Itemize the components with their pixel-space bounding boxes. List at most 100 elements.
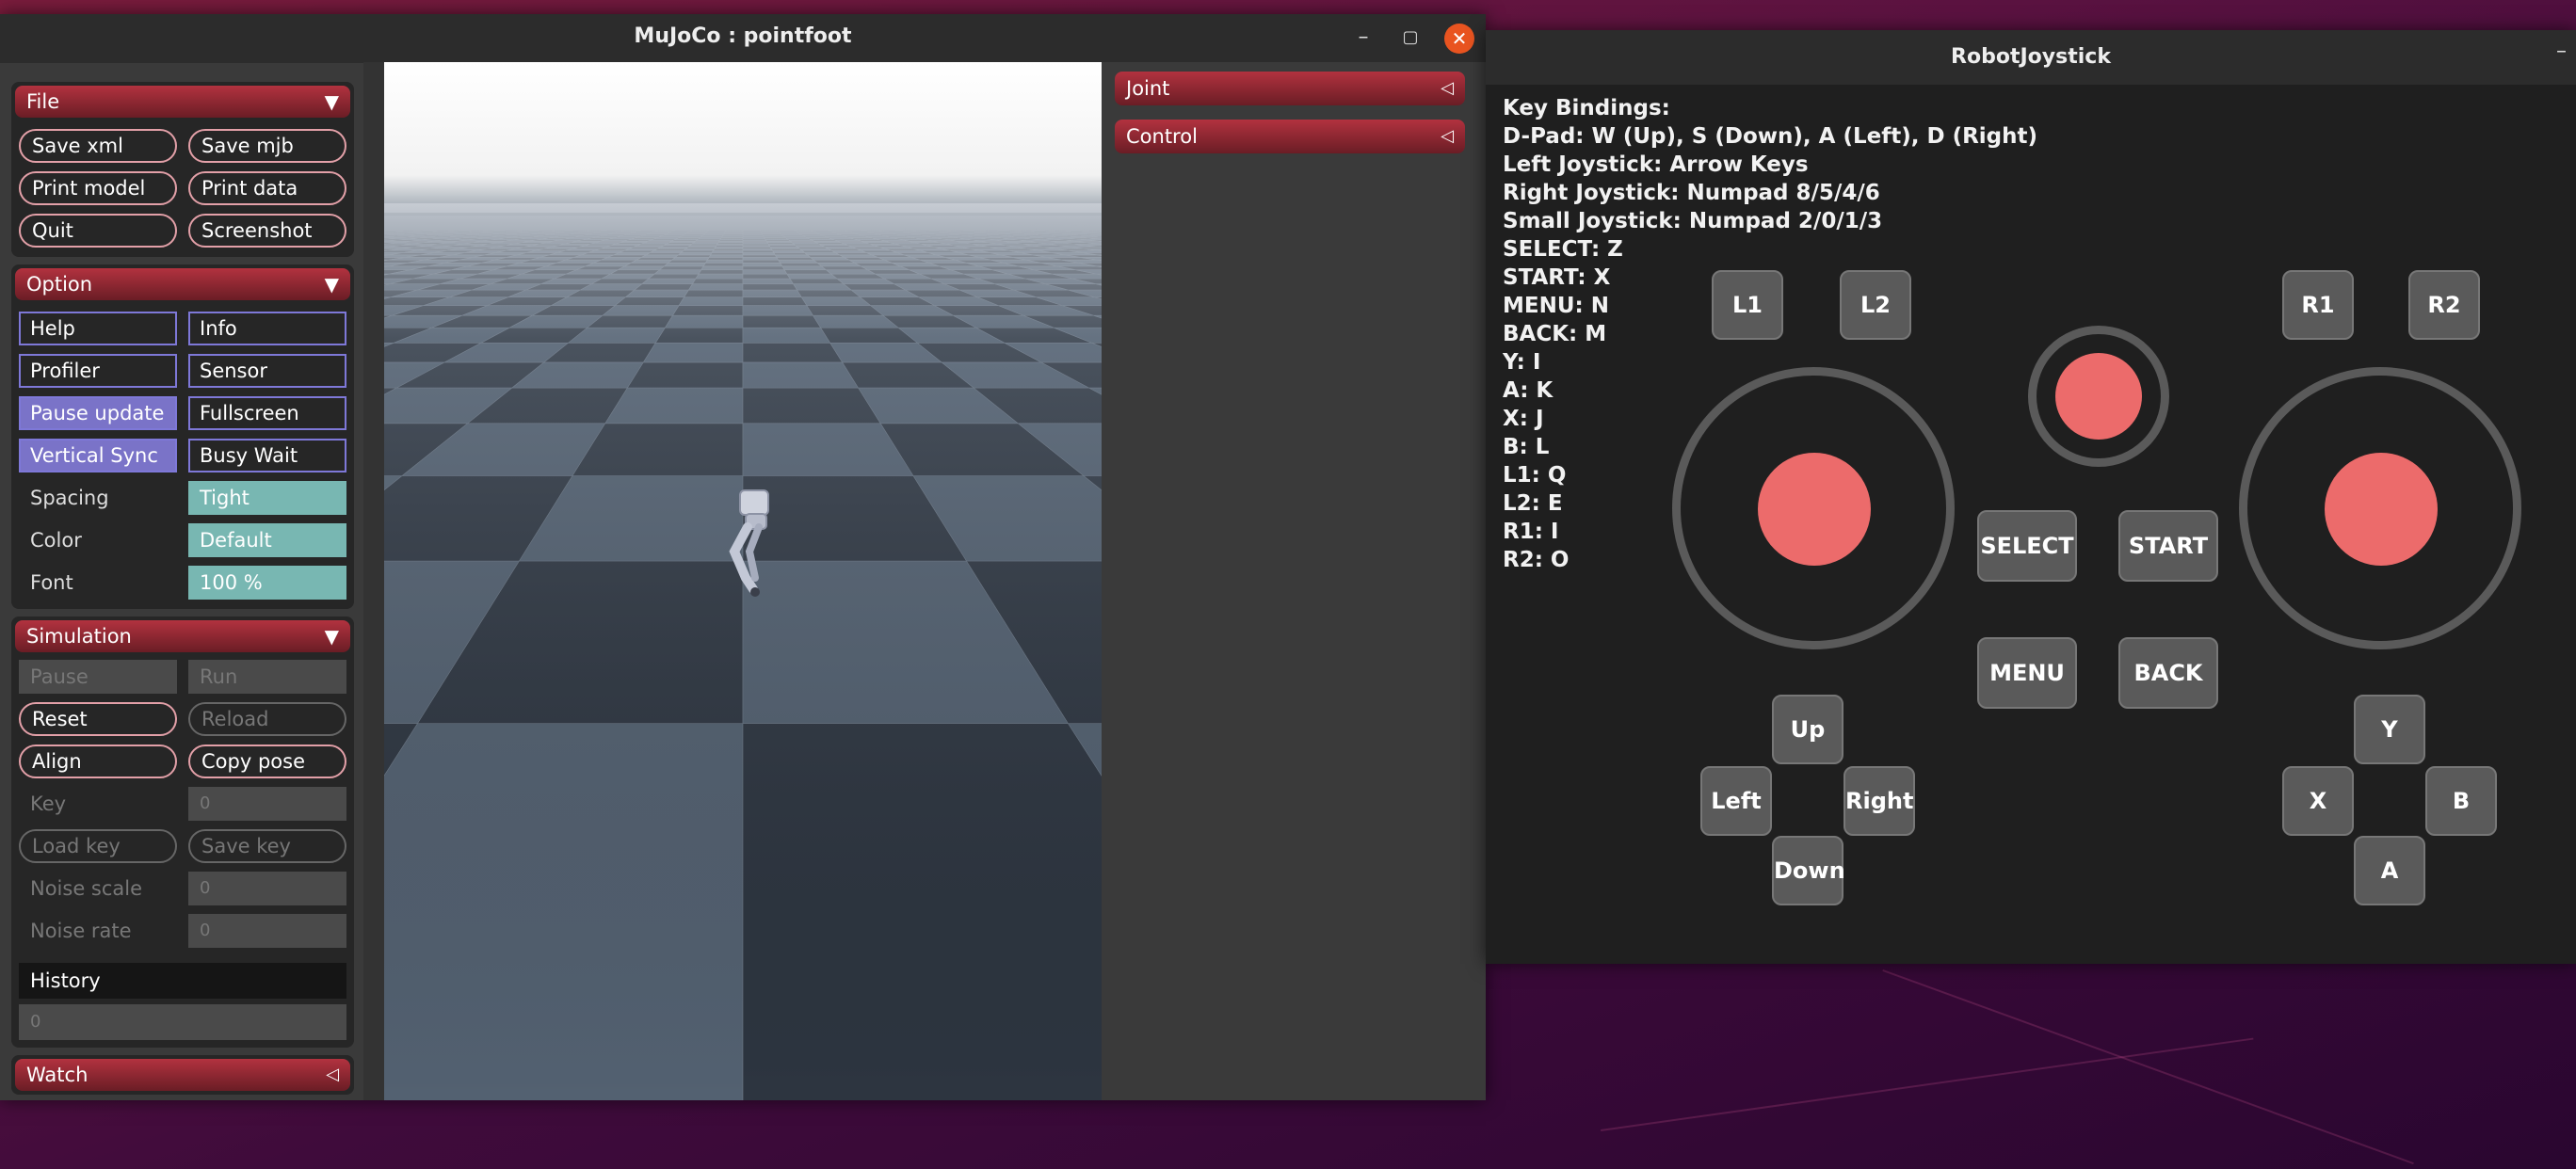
key-binding-line: Y: I bbox=[1503, 350, 1541, 375]
x-button[interactable]: X bbox=[2282, 766, 2354, 836]
noise-rate-slider[interactable]: 0 bbox=[188, 914, 346, 948]
joint-section-header[interactable]: Joint ◁ bbox=[1115, 72, 1465, 105]
simulation-section: Simulation ▼ Pause Run Reset Reload Alig… bbox=[11, 617, 354, 1048]
watch-section-header[interactable]: Watch ◁ bbox=[15, 1059, 350, 1091]
noise-rate-label: Noise rate bbox=[30, 920, 132, 942]
info-checkbox[interactable]: Info bbox=[188, 312, 346, 345]
desktop-decoration bbox=[1601, 1037, 2254, 1131]
control-section-header[interactable]: Control ◁ bbox=[1115, 120, 1465, 153]
right-joystick-knob[interactable] bbox=[2325, 453, 2438, 566]
font-label: Font bbox=[30, 571, 73, 594]
maximize-button[interactable]: ▢ bbox=[1395, 24, 1425, 54]
mujoco-titlebar: MuJoCo : pointfoot – ▢ ✕ bbox=[0, 14, 1486, 63]
expand-icon: ◁ bbox=[1441, 78, 1454, 98]
history-label: History bbox=[19, 963, 346, 999]
joystick-window: RobotJoystick – Key Bindings: D-Pad: W (U… bbox=[1486, 30, 2576, 964]
collapse-icon: ▼ bbox=[324, 273, 339, 296]
watch-header-label: Watch bbox=[26, 1064, 89, 1086]
key-binding-line: Right Joystick: Numpad 8/5/4/6 bbox=[1503, 181, 1880, 205]
a-button[interactable]: A bbox=[2354, 836, 2425, 905]
right-ui-panel: Joint ◁ Control ◁ bbox=[1102, 62, 1486, 1100]
window-title: MuJoCo : pointfoot bbox=[634, 24, 852, 48]
profiler-checkbox[interactable]: Profiler bbox=[19, 354, 177, 388]
spacing-label: Spacing bbox=[30, 487, 109, 509]
dpad-left-button[interactable]: Left bbox=[1700, 766, 1772, 836]
pause-button[interactable]: Pause bbox=[19, 660, 177, 694]
file-section-header[interactable]: File ▼ bbox=[15, 86, 350, 118]
color-label: Color bbox=[30, 529, 82, 552]
option-section-header[interactable]: Option ▼ bbox=[15, 268, 350, 300]
vertical-sync-checkbox[interactable]: Vertical Sync bbox=[19, 439, 177, 472]
key-binding-line: Left Joystick: Arrow Keys bbox=[1503, 152, 1809, 177]
screenshot-button[interactable]: Screenshot bbox=[188, 214, 346, 248]
3d-viewport[interactable] bbox=[384, 62, 1102, 1100]
expand-icon: ◁ bbox=[1441, 126, 1454, 146]
save-xml-button[interactable]: Save xml bbox=[19, 129, 177, 163]
select-button[interactable]: SELECT bbox=[1977, 510, 2077, 582]
simulation-section-header[interactable]: Simulation ▼ bbox=[15, 620, 350, 652]
pause-update-checkbox[interactable]: Pause update bbox=[19, 396, 177, 430]
key-binding-line: Key Bindings: bbox=[1503, 96, 1670, 120]
noise-scale-slider[interactable]: 0 bbox=[188, 872, 346, 905]
key-binding-line: Small Joystick: Numpad 2/0/1/3 bbox=[1503, 209, 1883, 233]
fullscreen-checkbox[interactable]: Fullscreen bbox=[188, 396, 346, 430]
l1-button[interactable]: L1 bbox=[1712, 270, 1783, 340]
reload-button[interactable]: Reload bbox=[188, 702, 346, 736]
help-checkbox[interactable]: Help bbox=[19, 312, 177, 345]
floor-render bbox=[384, 62, 1102, 1100]
option-header-label: Option bbox=[26, 273, 93, 296]
small-joystick-knob[interactable] bbox=[2055, 353, 2142, 440]
save-mjb-button[interactable]: Save mjb bbox=[188, 129, 346, 163]
left-ui-panel: File ▼ Save xml Save mjb Print model Pri… bbox=[11, 69, 354, 1095]
reset-button[interactable]: Reset bbox=[19, 702, 177, 736]
b-button[interactable]: B bbox=[2425, 766, 2497, 836]
back-button[interactable]: BACK bbox=[2118, 637, 2218, 709]
minimize-button[interactable]: – bbox=[2556, 40, 2567, 63]
print-data-button[interactable]: Print data bbox=[188, 171, 346, 205]
desktop-decoration bbox=[1882, 969, 2414, 1165]
key-binding-line: D-Pad: W (Up), S (Down), A (Left), D (Ri… bbox=[1503, 124, 2038, 149]
dpad-right-button[interactable]: Right bbox=[1843, 766, 1915, 836]
file-header-label: File bbox=[26, 90, 60, 113]
option-section: Option ▼ Help Info Profiler Sensor Pause… bbox=[11, 264, 354, 609]
key-binding-line: SELECT: Z bbox=[1503, 237, 1623, 262]
r2-button[interactable]: R2 bbox=[2408, 270, 2480, 340]
run-button[interactable]: Run bbox=[188, 660, 346, 694]
start-button[interactable]: START bbox=[2118, 510, 2218, 582]
collapse-icon: ▼ bbox=[324, 625, 339, 648]
menu-button[interactable]: MENU bbox=[1977, 637, 2077, 709]
spacing-select[interactable]: Tight bbox=[188, 481, 346, 515]
noise-scale-label: Noise scale bbox=[30, 877, 143, 900]
left-joystick-knob[interactable] bbox=[1758, 453, 1871, 566]
control-header-label: Control bbox=[1126, 125, 1198, 148]
mujoco-window: MuJoCo : pointfoot – ▢ ✕ File ▼ Save xml… bbox=[0, 14, 1486, 1100]
joystick-window-title: RobotJoystick bbox=[1951, 45, 2111, 69]
key-label: Key bbox=[30, 793, 67, 815]
key-slider[interactable]: 0 bbox=[188, 787, 346, 821]
dpad-down-button[interactable]: Down bbox=[1772, 836, 1845, 905]
copy-pose-button[interactable]: Copy pose bbox=[188, 745, 346, 778]
file-section: File ▼ Save xml Save mjb Print model Pri… bbox=[11, 82, 354, 257]
expand-icon: ◁ bbox=[326, 1065, 339, 1084]
history-slider[interactable]: 0 bbox=[19, 1004, 346, 1040]
print-model-button[interactable]: Print model bbox=[19, 171, 177, 205]
save-key-button[interactable]: Save key bbox=[188, 829, 346, 863]
watch-section: Watch ◁ bbox=[11, 1055, 354, 1095]
left-panel-scrollbar[interactable] bbox=[363, 62, 384, 1100]
quit-button[interactable]: Quit bbox=[19, 214, 177, 248]
minimize-button[interactable]: – bbox=[1348, 24, 1378, 54]
l2-button[interactable]: L2 bbox=[1840, 270, 1911, 340]
sensor-checkbox[interactable]: Sensor bbox=[188, 354, 346, 388]
color-select[interactable]: Default bbox=[188, 523, 346, 557]
busy-wait-checkbox[interactable]: Busy Wait bbox=[188, 439, 346, 472]
joystick-titlebar: RobotJoystick – bbox=[1486, 30, 2576, 85]
joint-header-label: Joint bbox=[1126, 77, 1170, 100]
simulation-header-label: Simulation bbox=[26, 625, 132, 648]
r1-button[interactable]: R1 bbox=[2282, 270, 2354, 340]
align-button[interactable]: Align bbox=[19, 745, 177, 778]
close-button[interactable]: ✕ bbox=[1444, 24, 1474, 54]
load-key-button[interactable]: Load key bbox=[19, 829, 177, 863]
font-select[interactable]: 100 % bbox=[188, 566, 346, 600]
y-button[interactable]: Y bbox=[2354, 695, 2425, 764]
dpad-up-button[interactable]: Up bbox=[1772, 695, 1843, 764]
